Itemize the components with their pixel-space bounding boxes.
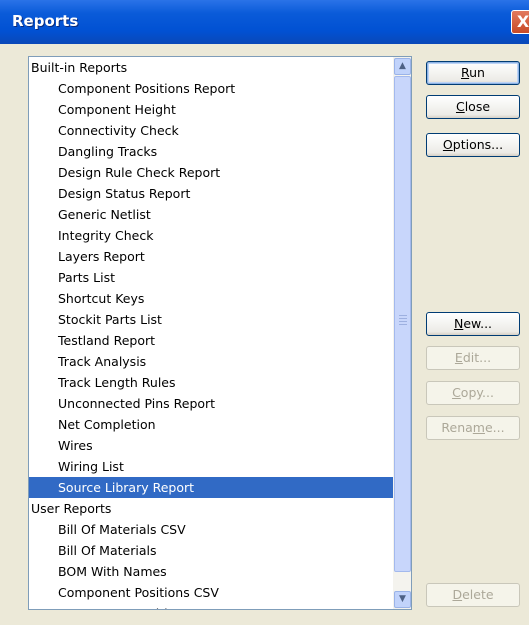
list-item[interactable]: Bill Of Materials CSV: [29, 519, 393, 540]
list-item[interactable]: Layers Report: [29, 246, 393, 267]
rename-button[interactable]: Rename...: [426, 416, 520, 440]
scroll-up-icon[interactable]: ▲: [394, 58, 411, 75]
list-group-header[interactable]: Built-in Reports: [29, 57, 393, 78]
list-item[interactable]: Source Library Report: [29, 477, 393, 498]
list-item[interactable]: Track Length Rules: [29, 372, 393, 393]
list-item[interactable]: Connectivity Check: [29, 120, 393, 141]
list-item[interactable]: Wires: [29, 435, 393, 456]
list-item[interactable]: Design Rule Check Report: [29, 162, 393, 183]
list-item[interactable]: Dangling Tracks: [29, 141, 393, 162]
list-item[interactable]: Component Positions Report: [29, 78, 393, 99]
list-item[interactable]: Bill Of Materials: [29, 540, 393, 561]
list-group-header[interactable]: User Reports: [29, 498, 393, 519]
window-title: Reports: [12, 12, 79, 30]
title-bar[interactable]: Reports X: [0, 0, 529, 44]
scroll-down-icon[interactable]: ▼: [394, 591, 411, 608]
close-window-icon[interactable]: X: [511, 10, 529, 34]
vertical-scrollbar[interactable]: ▲ ▼: [393, 57, 411, 609]
scrollbar-thumb[interactable]: [394, 76, 411, 572]
list-item[interactable]: Design Status Report: [29, 183, 393, 204]
close-button[interactable]: Close: [426, 95, 520, 119]
list-item[interactable]: Component Height: [29, 99, 393, 120]
list-item[interactable]: Stockit Parts List: [29, 309, 393, 330]
list-item[interactable]: Wiring List: [29, 456, 393, 477]
list-item[interactable]: Integrity Check: [29, 225, 393, 246]
list-item[interactable]: BOM With Names: [29, 561, 393, 582]
list-item[interactable]: Component Positions: [29, 603, 393, 609]
list-item[interactable]: Generic Netlist: [29, 204, 393, 225]
list-item[interactable]: Net Completion: [29, 414, 393, 435]
new-button[interactable]: New...: [426, 312, 520, 336]
reports-list[interactable]: Built-in Reports Component Positions Repo…: [28, 56, 412, 610]
list-item[interactable]: Unconnected Pins Report: [29, 393, 393, 414]
reports-dialog: Reports X Built-in Reports Component Posi…: [0, 0, 529, 625]
list-item[interactable]: Track Analysis: [29, 351, 393, 372]
list-item[interactable]: Testland Report: [29, 330, 393, 351]
edit-button[interactable]: Edit...: [426, 346, 520, 370]
run-button[interactable]: Run: [426, 61, 520, 85]
reports-list-items: Built-in Reports Component Positions Repo…: [29, 57, 393, 609]
copy-button[interactable]: Copy...: [426, 381, 520, 405]
options-button[interactable]: Options...: [426, 133, 520, 157]
list-item[interactable]: Parts List: [29, 267, 393, 288]
list-item[interactable]: Shortcut Keys: [29, 288, 393, 309]
delete-button[interactable]: Delete: [426, 583, 520, 607]
list-item[interactable]: Component Positions CSV: [29, 582, 393, 603]
